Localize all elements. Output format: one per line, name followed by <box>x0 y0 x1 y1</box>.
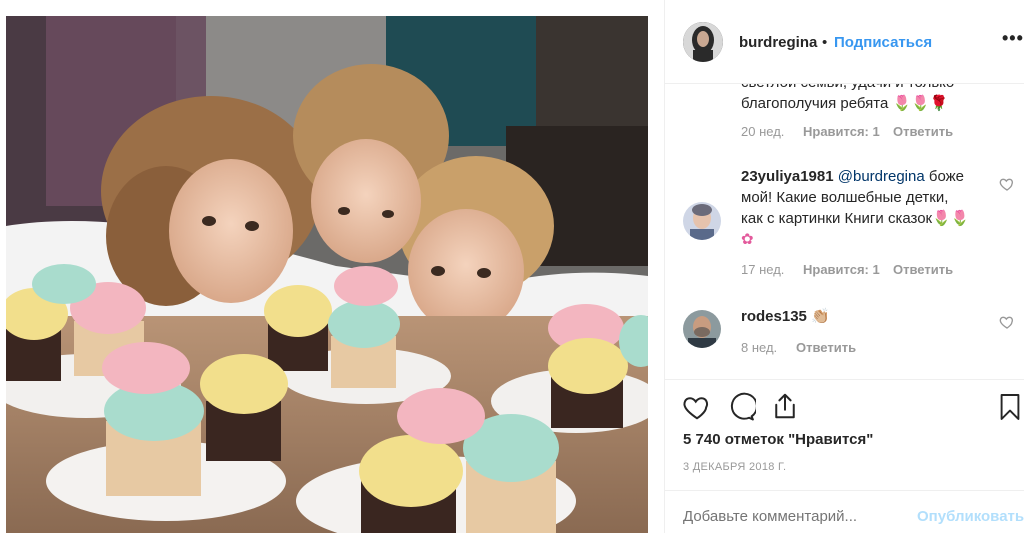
comment-age[interactable]: 20 нед. <box>741 124 784 139</box>
comment-text-line: мой! Какие волшебные детки, <box>741 189 949 206</box>
commenter-avatar[interactable] <box>683 310 721 348</box>
more-options-icon[interactable]: ••• <box>1002 28 1024 49</box>
avatar-image <box>683 202 721 240</box>
post-header: burdregina • Подписаться ••• <box>665 0 1024 84</box>
post-date[interactable]: 3 ДЕКАБРЯ 2018 Г. <box>683 461 786 473</box>
comment-text-part: боже <box>924 168 965 185</box>
comment-text: rodes135 👏🏼 <box>741 306 1011 327</box>
commenter-avatar[interactable] <box>683 202 721 240</box>
post-photo[interactable] <box>0 0 665 533</box>
comment-reply-button[interactable]: Ответить <box>893 124 953 139</box>
bookmark-icon[interactable] <box>998 392 1022 422</box>
author-username[interactable]: burdregina <box>739 34 817 51</box>
comment-reply-button[interactable]: Ответить <box>893 262 953 277</box>
comment-likes-count[interactable]: Нравится: 1 <box>803 262 880 277</box>
follow-button[interactable]: Подписаться <box>834 34 932 51</box>
comment-text: светлой семьи, удачи и только благополуч… <box>741 84 1011 114</box>
post-sidebar: burdregina • Подписаться ••• светлой сем… <box>665 0 1024 533</box>
likes-count[interactable]: 5 740 отметок "Нравится" <box>683 431 873 448</box>
commenter-username[interactable]: rodes135 <box>741 308 807 325</box>
comment-likes-count[interactable]: Нравится: 1 <box>803 124 880 139</box>
post-actions: 5 740 отметок "Нравится" 3 ДЕКАБРЯ 2018 … <box>665 379 1024 480</box>
children-with-cupcakes-image <box>6 16 648 533</box>
comments-list[interactable]: светлой семьи, удачи и только благополуч… <box>665 84 1024 379</box>
add-comment-bar: Опубликовать <box>665 490 1024 533</box>
comment-age[interactable]: 17 нед. <box>741 262 784 277</box>
comment-text-line: благополучия ребята 🌷🌷🌹 <box>741 95 949 112</box>
avatar-image <box>683 22 723 62</box>
comment-reply-button[interactable]: Ответить <box>796 340 856 355</box>
heart-icon[interactable] <box>682 392 712 422</box>
comment-icon[interactable] <box>726 392 756 422</box>
commenter-username[interactable]: 23yuliya1981 <box>741 168 834 185</box>
comment-mention-link[interactable]: @burdregina <box>838 168 925 185</box>
comment-age[interactable]: 8 нед. <box>741 340 777 355</box>
like-comment-heart-icon[interactable] <box>999 176 1015 192</box>
post-view: burdregina • Подписаться ••• светлой сем… <box>0 0 1024 533</box>
comment-text-line: светлой семьи, удачи и только <box>741 84 1011 93</box>
share-icon[interactable] <box>770 391 800 421</box>
avatar-image <box>683 310 721 348</box>
publish-button[interactable]: Опубликовать <box>917 508 1024 525</box>
add-comment-input[interactable] <box>683 508 903 525</box>
like-comment-heart-icon[interactable] <box>999 314 1015 330</box>
comment-text-line: ✿ <box>741 231 754 248</box>
author-avatar[interactable] <box>683 22 723 62</box>
comment-text: 23yuliya1981 @burdregina боже мой! Какие… <box>741 166 1011 250</box>
comment-text-line: как с картинки Книги сказок🌷🌷 <box>741 210 970 227</box>
header-separator: • <box>822 34 828 51</box>
comment-emoji: 👏🏼 <box>811 308 830 325</box>
